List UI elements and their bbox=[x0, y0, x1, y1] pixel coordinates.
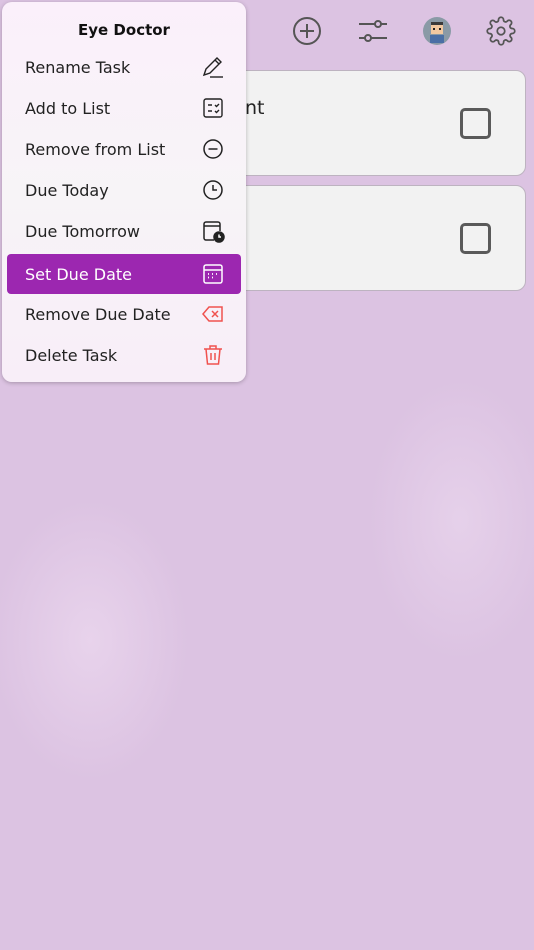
menu-item-remove-due-date[interactable]: Remove Due Date bbox=[7, 294, 241, 334]
gear-icon bbox=[486, 16, 516, 46]
calendar-icon bbox=[203, 264, 223, 284]
backspace-x-icon bbox=[202, 306, 223, 322]
menu-item-label: Add to List bbox=[25, 98, 111, 118]
menu-item-label: Due Today bbox=[25, 180, 109, 200]
menu-title: Eye Doctor bbox=[78, 21, 170, 39]
calendar-clock-icon bbox=[203, 221, 225, 243]
menu-item-label: Delete Task bbox=[25, 345, 118, 365]
menu-item-add-to-list[interactable]: Add to List bbox=[7, 88, 241, 128]
task-checkbox[interactable] bbox=[460, 108, 491, 139]
checklist-icon bbox=[203, 98, 223, 118]
trash-icon bbox=[204, 345, 222, 365]
avatar[interactable] bbox=[420, 14, 454, 48]
menu-item-label: Rename Task bbox=[25, 57, 131, 77]
avatar-icon bbox=[423, 17, 451, 45]
menu-item-remove-from-list[interactable]: Remove from List bbox=[7, 129, 241, 169]
add-task-button[interactable] bbox=[290, 14, 324, 48]
menu-item-label: Remove from List bbox=[25, 139, 166, 159]
sliders-icon bbox=[359, 20, 387, 42]
menu-item-due-tomorrow[interactable]: Due Tomorrow bbox=[7, 211, 241, 251]
task-title: nt bbox=[245, 97, 265, 119]
plus-circle-icon bbox=[293, 17, 321, 45]
task-card[interactable] bbox=[200, 185, 526, 291]
menu-item-due-today[interactable]: Due Today bbox=[7, 170, 241, 210]
menu-item-label: Due Tomorrow bbox=[25, 221, 141, 241]
context-menu: Eye Doctor Rename Task Add to List Remov… bbox=[2, 2, 246, 382]
menu-item-set-due-date[interactable]: Set Due Date bbox=[7, 254, 241, 294]
settings-button[interactable] bbox=[484, 14, 518, 48]
menu-item-label: Set Due Date bbox=[25, 264, 132, 284]
menu-item-rename-task[interactable]: Rename Task bbox=[7, 47, 241, 87]
minus-circle-icon bbox=[203, 139, 223, 159]
menu-item-label: Remove Due Date bbox=[25, 304, 171, 324]
pencil-icon bbox=[202, 57, 223, 78]
task-card[interactable]: nt bbox=[200, 70, 526, 176]
task-checkbox[interactable] bbox=[460, 223, 491, 254]
clock-icon bbox=[203, 180, 223, 200]
menu-item-delete-task[interactable]: Delete Task bbox=[7, 335, 241, 375]
filter-button[interactable] bbox=[356, 14, 390, 48]
